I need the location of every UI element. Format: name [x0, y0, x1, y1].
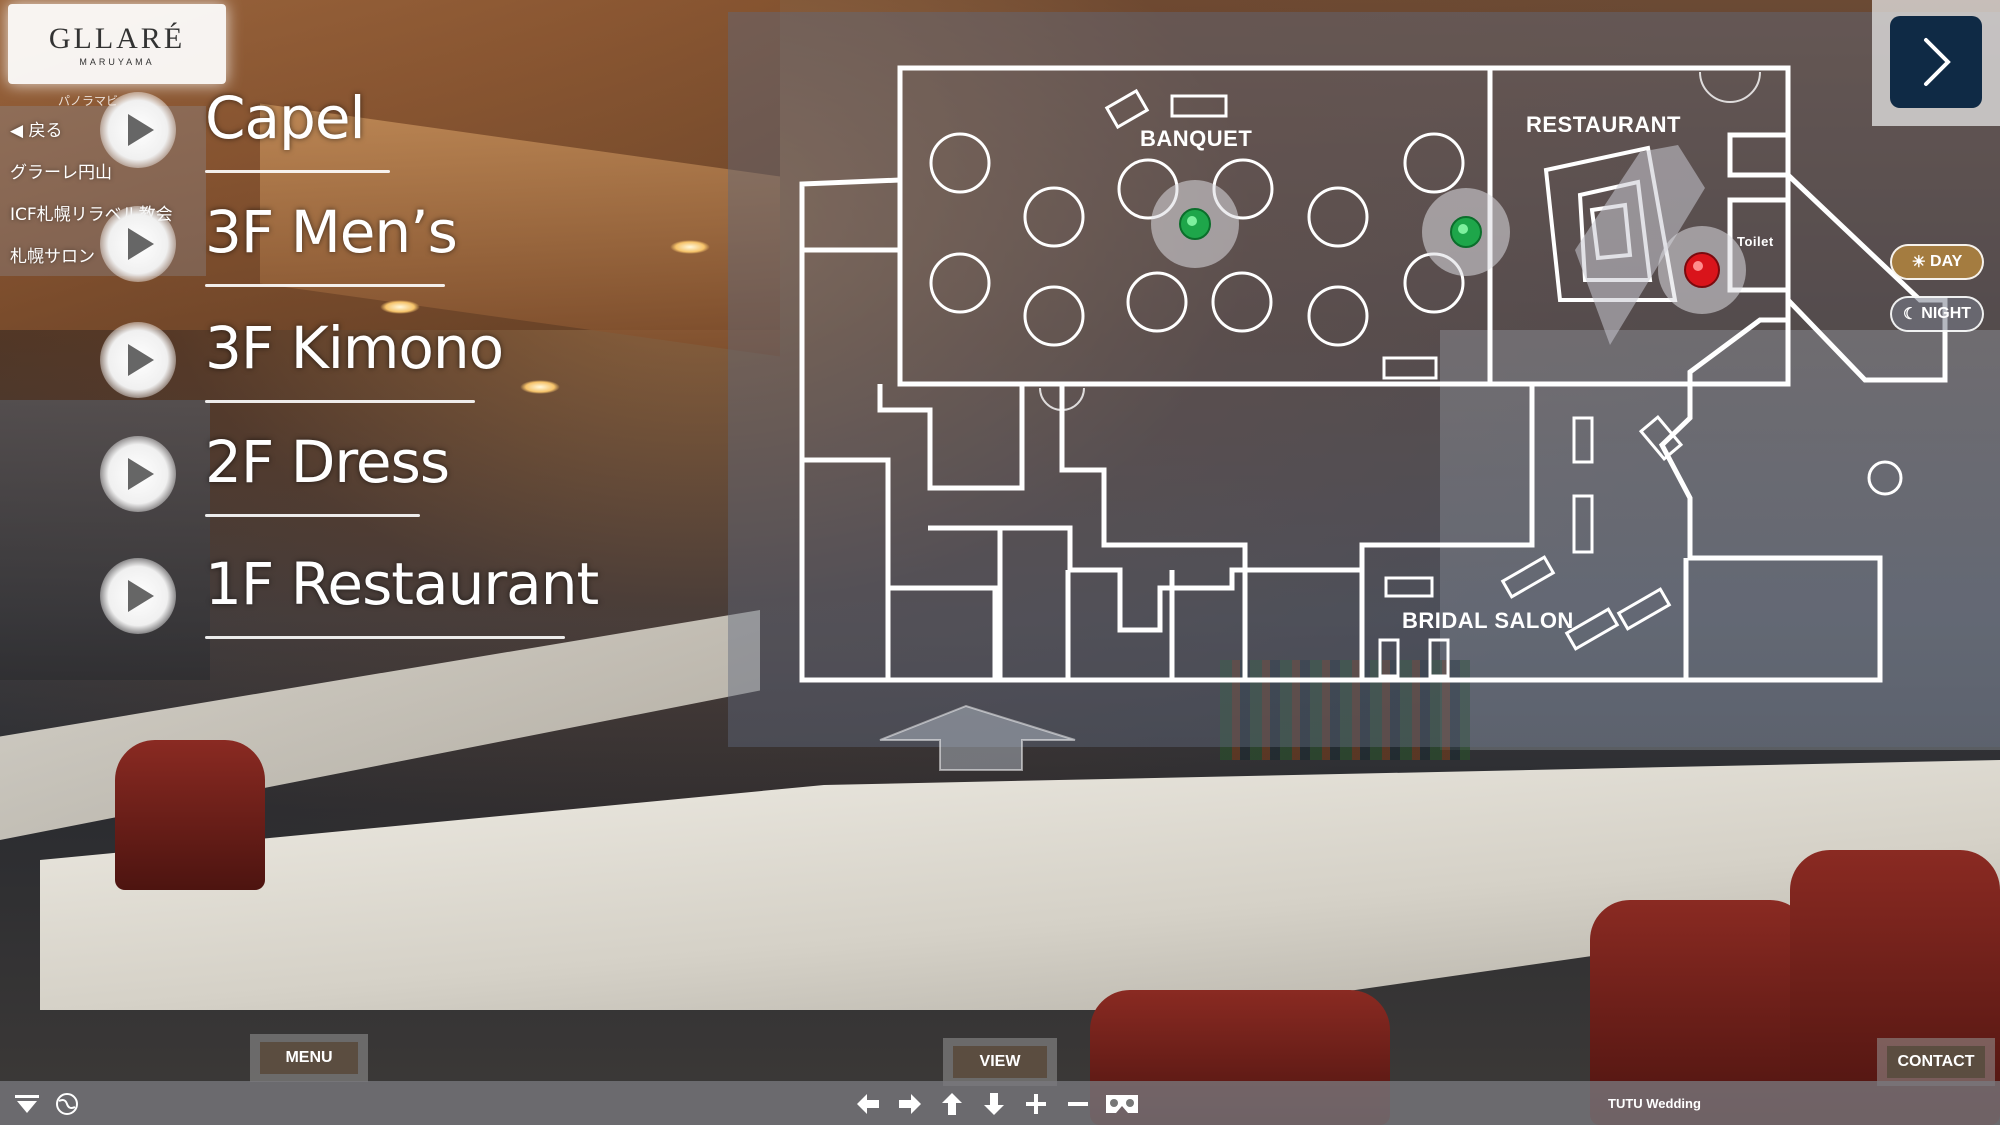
arrow-down-icon[interactable] [981, 1092, 1007, 1116]
hotspot-restaurant-current[interactable] [1658, 226, 1746, 314]
vr-goggles-icon[interactable] [1104, 1092, 1140, 1116]
play-icon[interactable] [100, 206, 176, 282]
floor-label: 1F Restaurant [205, 550, 599, 618]
play-icon[interactable] [100, 558, 176, 634]
floor-label: 3F Kimono [205, 314, 504, 382]
view-button[interactable]: VIEW [953, 1046, 1047, 1078]
menu-tab: MENU [250, 1034, 368, 1082]
floor-label: 3F Men’s [205, 198, 458, 266]
hotspot-banquet-2[interactable] [1422, 188, 1510, 276]
floor-underline [205, 170, 390, 173]
view-tab: VIEW [943, 1038, 1057, 1086]
day-label: DAY [1930, 253, 1963, 270]
floor-underline [205, 400, 475, 403]
floor-underline [205, 636, 565, 639]
contact-button[interactable]: CONTACT [1887, 1046, 1985, 1078]
bar-chair [115, 740, 265, 890]
hotspot-banquet-1[interactable] [1151, 180, 1239, 268]
day-mode-button[interactable]: ☀ DAY [1890, 244, 1984, 280]
arrow-right-icon[interactable] [897, 1092, 923, 1116]
arrow-up-icon[interactable] [939, 1092, 965, 1116]
site-menu-gllare-maruyama[interactable]: グラーレ円山 [10, 158, 112, 183]
zoom-in-icon[interactable] [1023, 1092, 1049, 1116]
next-button[interactable] [1890, 16, 1982, 108]
site-menu-back[interactable]: ◀ 戻る [10, 116, 62, 141]
map-label-restaurant: RESTAURANT [1526, 112, 1681, 137]
globe-icon[interactable] [54, 1092, 80, 1116]
floor-label: Capel [205, 84, 366, 152]
map-label-bridal-salon: BRIDAL SALON [1402, 608, 1574, 633]
floor-underline [205, 514, 420, 517]
ceiling-lamp [520, 380, 560, 394]
night-mode-button[interactable]: ☾ NIGHT [1890, 296, 1984, 332]
collapse-icon[interactable] [14, 1092, 40, 1116]
ceiling-lamp [670, 240, 710, 254]
moon-icon: ☾ [1902, 306, 1918, 323]
play-icon[interactable] [100, 322, 176, 398]
map-label-banquet: BANQUET [1140, 126, 1253, 151]
chevron-right-icon [1924, 38, 1951, 86]
sun-icon: ☀ [1911, 254, 1927, 271]
night-label: NIGHT [1921, 305, 1972, 322]
wall-screen [0, 400, 210, 680]
arrow-left-icon[interactable] [855, 1092, 881, 1116]
play-icon[interactable] [100, 92, 176, 168]
play-icon[interactable] [100, 436, 176, 512]
contact-tab: CONTACT [1877, 1038, 1995, 1086]
site-menu-sapporo-salon[interactable]: 札幌サロン [10, 242, 95, 267]
brand-footer-text: TUTU Wedding [1608, 1096, 1701, 1111]
next-button-frame [1872, 0, 2000, 126]
brand-logo[interactable]: GLLARÉ MARUYAMA [8, 4, 226, 84]
floor-label: 2F Dress [205, 428, 450, 496]
menu-button[interactable]: MENU [260, 1042, 358, 1074]
floor-underline [205, 284, 445, 287]
logo-name: GLLARÉ [48, 22, 186, 55]
zoom-out-icon[interactable] [1065, 1092, 1091, 1116]
map-label-toilet: Toilet [1737, 234, 1774, 249]
logo-sub: MARUYAMA [79, 57, 155, 67]
ceiling-lamp [380, 300, 420, 314]
